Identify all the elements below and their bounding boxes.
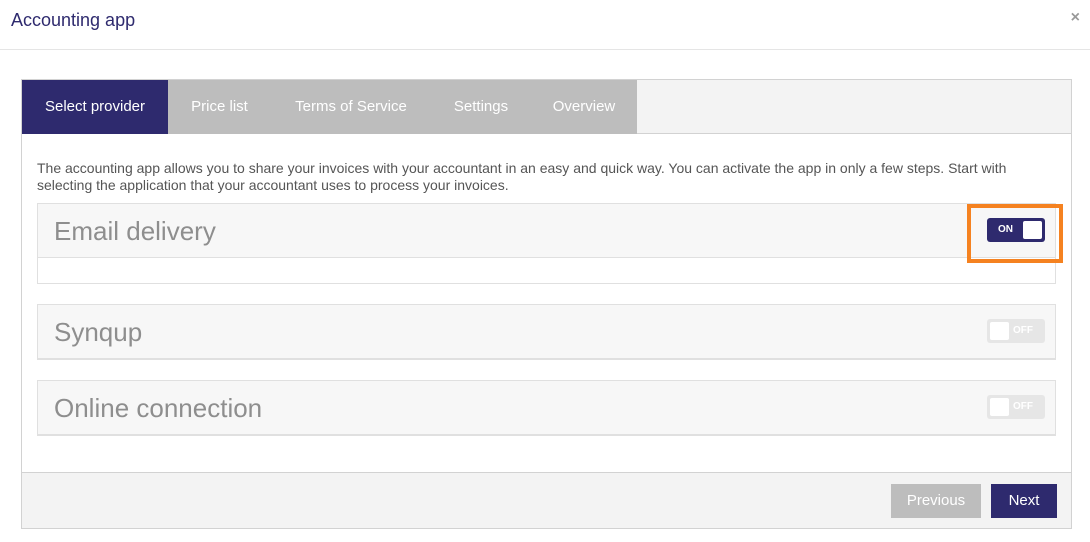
provider-panel-email-delivery: Email delivery ON [37, 203, 1056, 284]
tab-price-list[interactable]: Price list [168, 80, 271, 134]
wizard-panel: Select provider Price list Terms of Serv… [21, 79, 1072, 529]
wizard-footer: Previous Next [22, 472, 1071, 528]
synqup-toggle[interactable]: OFF [987, 319, 1045, 343]
provider-name: Email delivery [54, 216, 216, 246]
toggle-knob [990, 322, 1009, 340]
next-button[interactable]: Next [991, 484, 1057, 518]
provider-panel-header[interactable]: Synqup OFF [38, 305, 1055, 359]
previous-button[interactable]: Previous [891, 484, 981, 518]
provider-panel-body [38, 258, 1055, 283]
modal-title: Accounting app [11, 10, 136, 30]
tab-settings[interactable]: Settings [431, 80, 531, 134]
online-connection-toggle[interactable]: OFF [987, 395, 1045, 419]
tab-select-provider[interactable]: Select provider [22, 80, 168, 134]
provider-panel-synqup: Synqup OFF [37, 304, 1056, 360]
modal-header: Accounting app × [0, 0, 1090, 50]
highlight-box [967, 204, 1063, 263]
tab-overview[interactable]: Overview [531, 80, 637, 134]
close-icon[interactable]: × [1071, 9, 1080, 27]
toggle-label: OFF [1013, 325, 1033, 336]
provider-name: Synqup [54, 317, 143, 347]
provider-panel-header[interactable]: Email delivery ON [38, 204, 1055, 258]
provider-panel-online-connection: Online connection OFF [37, 380, 1056, 436]
toggle-label: OFF [1013, 401, 1033, 412]
provider-panel-header[interactable]: Online connection OFF [38, 381, 1055, 435]
toggle-knob [990, 398, 1009, 416]
tab-bar: Select provider Price list Terms of Serv… [22, 80, 1071, 134]
tab-terms-of-service[interactable]: Terms of Service [271, 80, 431, 134]
intro-text: The accounting app allows you to share y… [37, 160, 1007, 193]
provider-name: Online connection [54, 393, 263, 423]
